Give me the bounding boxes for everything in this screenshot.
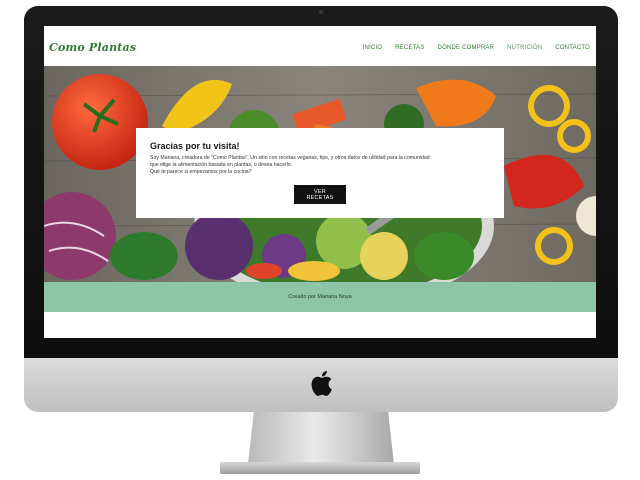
nav-nutricion[interactable]: NUTRICIÓN [507,45,542,51]
welcome-text-line-3: Qué te parece si empezamos por la cocina… [150,169,252,176]
welcome-text-line-2: que elige la alimentación basada en plan… [150,162,293,169]
monitor-base [220,462,420,474]
nav-inicio[interactable]: INICIO [363,45,383,51]
footer-credit: Creado por Mariana Noya [288,294,352,300]
monitor-stand [248,412,394,464]
hero-banner: Gracias por tu visita! Soy Mariana, crea… [44,66,596,282]
welcome-title: Gracias por tu visita! [150,141,240,151]
nav-recetas[interactable]: RECETAS [395,45,424,51]
ver-recetas-button[interactable]: VER RECETAS [294,185,346,204]
welcome-text: Soy Mariana, creadora de "Como Plantas".… [150,155,495,177]
browser-screen: Como Plantas INICIO RECETAS DÓNDE COMPRA… [44,26,596,338]
nav-donde-comprar[interactable]: DÓNDE COMPRAR [438,45,495,51]
welcome-text-line-1: Soy Mariana, creadora de "Como Plantas".… [150,155,430,161]
main-nav: INICIO RECETAS DÓNDE COMPRAR NUTRICIÓN C… [350,45,590,51]
site-footer: Creado por Mariana Noya [44,282,596,312]
site-logo[interactable]: Como Plantas [49,41,136,54]
apple-icon [311,370,332,396]
site-header: Como Plantas INICIO RECETAS DÓNDE COMPRA… [44,26,596,66]
nav-contacto[interactable]: CONTACTO [555,45,590,51]
camera-icon [319,10,323,14]
welcome-card: Gracias por tu visita! Soy Mariana, crea… [136,128,504,218]
